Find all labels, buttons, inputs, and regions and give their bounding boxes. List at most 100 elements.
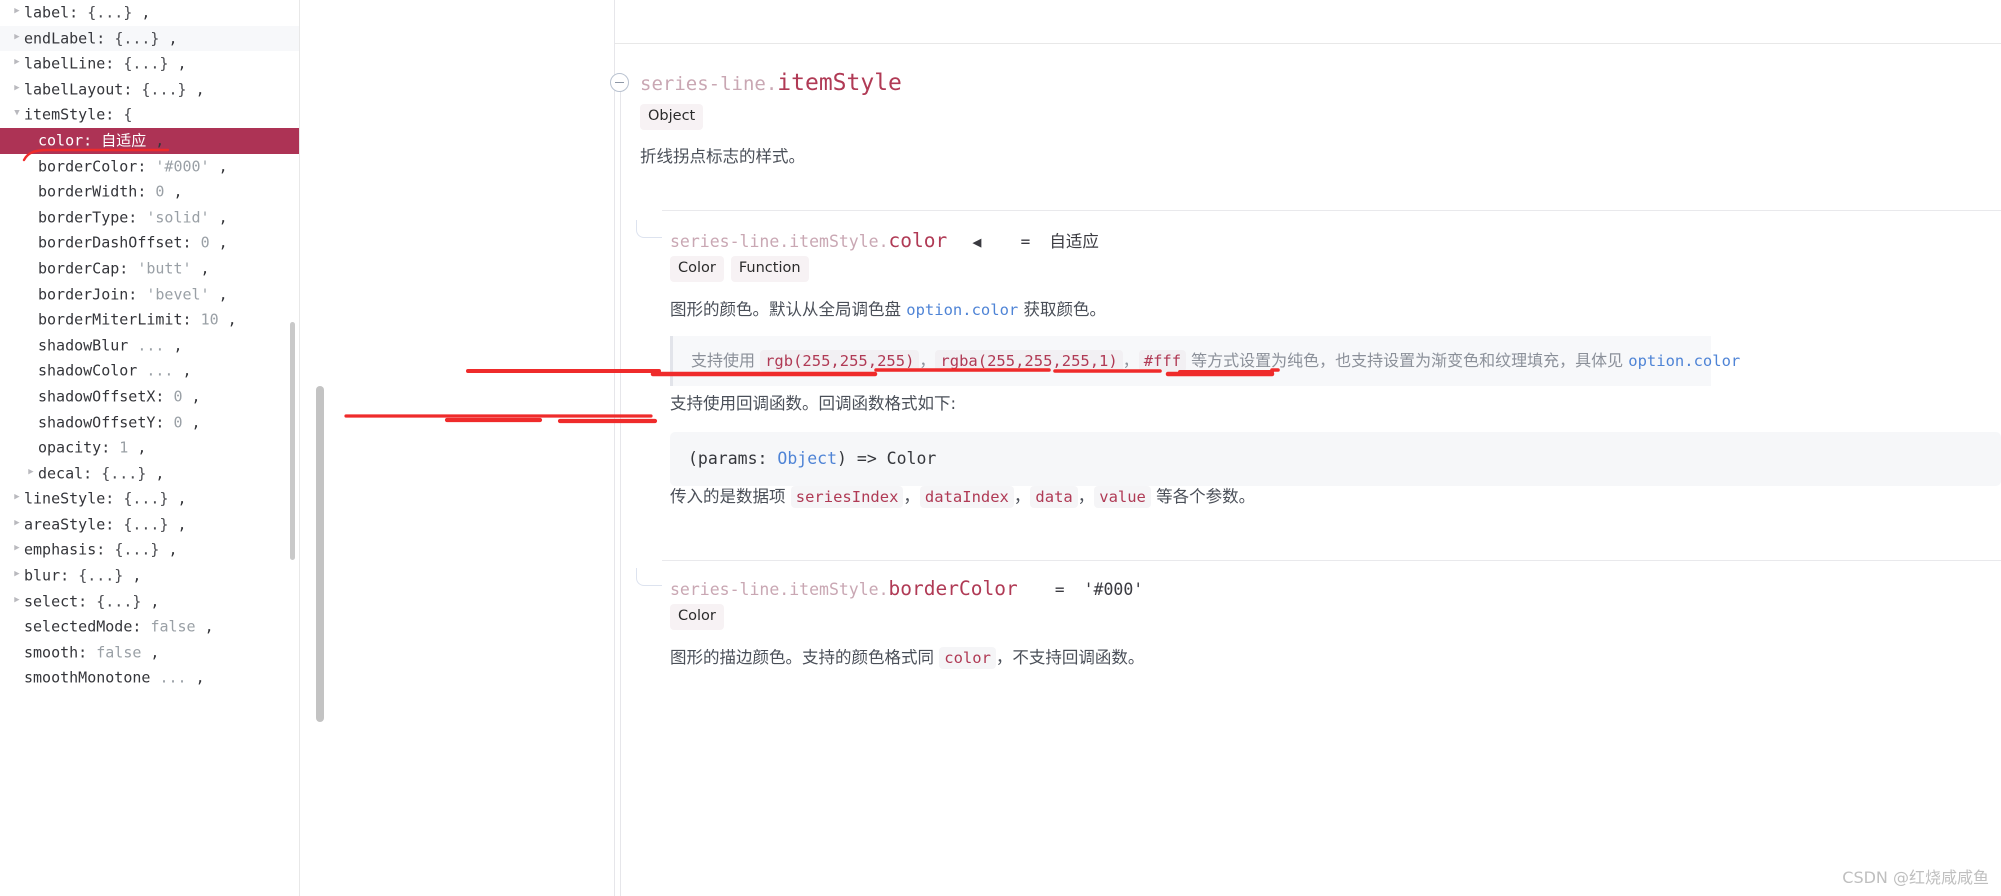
property-borderColor-value: '#000' [1083,580,1144,599]
option-key-label: decal: [38,463,102,482]
option-comma: , [168,515,187,534]
option-key-label: select: [24,591,97,610]
option-value-label: 自适应 [101,131,147,150]
option-comma: , [132,3,151,22]
option-tree-item-labelLine[interactable]: ▶ labelLine: {...} , [0,51,299,77]
option-tree-item-borderType[interactable]: borderType: 'solid' , [0,205,299,231]
option-tree-item-emphasis[interactable]: ▶ emphasis: {...} , [0,537,299,563]
option-tree-sidebar[interactable]: ▶ label: {...} , ▶ endLabel: {...} , ▶ labelL… [0,0,300,896]
sidebar-scrollbar[interactable] [290,322,295,560]
option-value-label: 'butt' [137,259,192,278]
option-value-label: ... [146,361,174,380]
option-key-label: labelLine: [24,54,124,73]
code-rgb: rgb(255,255,255) [760,350,920,372]
option-comma: , [195,617,214,636]
option-tree-item-decal[interactable]: ▶ decal: {...} , [0,461,299,487]
callout-text-mid: 等方式设置为纯色，也支持设置为渐变色和纹理填充，具体见 [1186,351,1629,370]
chevron-down-icon[interactable]: ▼ [10,101,24,127]
option-value-label: {...} [101,463,147,482]
option-tree-item-shadowColor[interactable]: shadowColor ... , [0,358,299,384]
option-tree-item-areaStyle[interactable]: ▶ areaStyle: {...} , [0,512,299,538]
back-to-parent-icon[interactable]: ◀ [972,233,981,251]
option-value-label: {...} [141,80,187,99]
option-tree-item-borderWidth[interactable]: borderWidth: 0 , [0,179,299,205]
option-tree-item-borderCap[interactable]: borderCap: 'butt' , [0,256,299,282]
property-borderColor-description: 图形的描边颜色。支持的颜色格式同 color ，不支持回调函数。 [670,645,1144,671]
option-tree-item-select[interactable]: ▶ select: {...} , [0,589,299,615]
option-tree-item-lineStyle[interactable]: ▶ lineStyle: {...} , [0,486,299,512]
section-itemStyle-header: series-line.itemStyle [318,64,2001,102]
bc-desc-2: ，不支持回调函数。 [995,648,1145,667]
option-tree-item-smooth[interactable]: smooth: false , [0,640,299,666]
option-comma: , [141,643,160,662]
option-value-label: {...} [87,3,133,22]
chevron-right-icon[interactable]: ▶ [10,0,24,25]
option-tree-item-labelLayout[interactable]: ▶ labelLayout: {...} , [0,77,299,103]
option-key-label: borderDashOffset: [38,233,201,252]
chevron-right-icon[interactable]: ▶ [10,511,24,537]
chevron-right-icon[interactable]: ▶ [10,588,24,614]
chevron-right-icon[interactable]: ▶ [10,485,24,511]
chevron-right-icon[interactable]: ▶ [10,536,24,562]
chevron-right-icon[interactable]: ▶ [24,460,38,486]
option-value-label: { [123,105,133,124]
chevron-right-icon[interactable]: ▶ [10,50,24,76]
property-color-value: 自适应 [1049,232,1099,251]
doc-content-panel: series-line.itemStyle Object 折线拐点标志的样式。 … [300,0,2001,896]
option-value-label: {...} [123,489,169,508]
option-comma: , [146,463,165,482]
option-tree-item-borderDashOffset[interactable]: borderDashOffset: 0 , [0,230,299,256]
property-borderColor-name: borderColor [888,577,1018,600]
option-key-label: smoothMonotone [24,668,160,687]
option-tree-list[interactable]: ▶ label: {...} , ▶ endLabel: {...} , ▶ labelL… [0,0,299,691]
option-comma: , [191,259,210,278]
option-tree-item-label[interactable]: ▶ label: {...} , [0,0,299,26]
option-comma: , [209,208,228,227]
option-tree-item-borderColor[interactable]: borderColor: '#000' , [0,154,299,180]
desc-text-1: 图形的颜色。默认从全局调色盘 [670,300,907,319]
option-tree-item-blur[interactable]: ▶ blur: {...} , [0,563,299,589]
code-hex: #fff [1138,350,1187,372]
option-tree-item-opacity[interactable]: opacity: 1 , [0,435,299,461]
option-key-label: itemStyle: [24,105,124,124]
option-tree-item-shadowBlur[interactable]: shadowBlur ... , [0,333,299,359]
divider-above-color [662,210,2001,211]
option-tree-item-smoothMonotone[interactable]: smoothMonotone ... , [0,665,299,691]
chevron-right-icon[interactable]: ▶ [10,562,24,588]
no-chevron-spacer [24,229,38,255]
option-comma: , [146,131,165,150]
property-borderColor-tags: Color [670,604,724,630]
collapse-toggle-icon[interactable] [610,73,629,92]
option-tree-item-borderJoin[interactable]: borderJoin: 'bevel' , [0,282,299,308]
option-comma: , [159,28,178,47]
divider-above-borderColor [662,560,2001,561]
option-tree-item-shadowOffsetY[interactable]: shadowOffsetY: 0 , [0,410,299,436]
option-tree-item-itemStyle[interactable]: ▼ itemStyle: { [0,102,299,128]
option-value-label: 0 [200,233,210,252]
option-color-reference[interactable]: option.color [906,301,1018,319]
doc-inner: series-line.itemStyle Object 折线拐点标志的样式。 … [318,0,2001,896]
no-chevron-spacer [24,383,38,409]
option-key-label: lineStyle: [24,489,124,508]
option-comma: , [159,540,178,559]
option-tree-item-endLabel[interactable]: ▶ endLabel: {...} , [0,25,299,52]
option-key-label: label: [24,3,88,22]
no-chevron-spacer [24,153,38,179]
property-color-tags: Color Function [670,256,809,282]
option-key-label: opacity: [38,438,120,457]
chevron-right-icon[interactable]: ▶ [10,76,24,102]
chevron-right-icon[interactable]: ▶ [10,25,24,51]
option-tree-item-selectedMode[interactable]: selectedMode: false , [0,614,299,640]
option-value-label: {...} [114,540,160,559]
option-value-label: 'solid' [146,208,210,227]
option-tree-item-borderMiterLimit[interactable]: borderMiterLimit: 10 , [0,307,299,333]
option-key-label: borderCap: [38,259,138,278]
option-tree-item-color[interactable]: color: 自适应 , [0,127,299,154]
callback-function-note: 支持使用回调函数。回调函数格式如下: [670,394,957,413]
option-key-label: areaStyle: [24,515,124,534]
code-post: ) => Color [837,449,937,468]
option-color-link[interactable]: option.color [1628,352,1740,370]
no-chevron-spacer [24,204,38,230]
no-chevron-spacer [24,306,38,332]
option-tree-item-shadowOffsetX[interactable]: shadowOffsetX: 0 , [0,384,299,410]
